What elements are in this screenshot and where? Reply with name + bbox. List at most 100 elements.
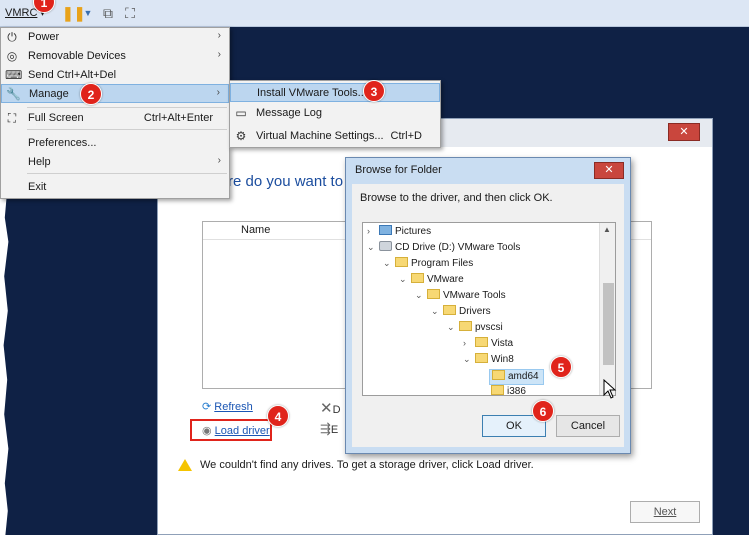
tree-node-label: Pictures [395, 226, 432, 237]
chevron-down-icon[interactable]: ⌄ [367, 242, 377, 253]
tree-node-label: VMware Tools [443, 290, 506, 301]
callout-4: 4 [267, 405, 289, 427]
close-icon[interactable]: ✕ [668, 123, 700, 141]
fullscreen-icon: ⛶ [7, 111, 17, 125]
tree-node-pictures[interactable]: › Pictures [367, 225, 431, 241]
menu-item-label: Preferences... [28, 137, 97, 149]
menu-item-preferences[interactable]: Preferences... [1, 134, 229, 153]
callout-6: 6 [532, 400, 554, 422]
next-label: Next [653, 506, 677, 518]
tree-node-label: Win8 [491, 354, 514, 365]
chevron-down-icon[interactable]: ⌄ [431, 306, 441, 317]
menu-item-label: Send Ctrl+Alt+Del [28, 69, 117, 81]
menu-item-power[interactable]: ⏻ Power › [1, 28, 229, 47]
scroll-thumb[interactable] [603, 283, 614, 365]
removable-icon: ◎ [6, 49, 18, 63]
tree-node-vmware[interactable]: ⌄ VMware [399, 273, 464, 289]
folder-icon [475, 337, 488, 347]
tree-node-vmware-tools[interactable]: ⌄ VMware Tools [415, 289, 506, 305]
folder-icon [427, 289, 440, 299]
tree-node-label: amd64 [508, 371, 539, 382]
menu-item-vm-settings[interactable]: ⚙ Virtual Machine Settings... Ctrl+D [230, 127, 440, 146]
tree-node-drivers[interactable]: ⌄ Drivers [431, 305, 491, 321]
pause-icon[interactable]: ❚❚ [62, 5, 85, 21]
warning-icon [178, 459, 192, 472]
chevron-down-icon[interactable]: ⌄ [463, 354, 473, 365]
tree-node-program-files[interactable]: ⌄ Program Files [383, 257, 473, 273]
disc-icon: ◉ [202, 425, 212, 437]
menu-item-shortcut: Ctrl+Alt+Enter [143, 112, 213, 124]
close-icon[interactable]: ✕ [594, 162, 624, 179]
manage-submenu: Install VMware Tools... ▭ Message Log ⚙ … [229, 80, 441, 148]
menu-item-label: Help [28, 156, 51, 168]
power-icon: ⏻ [7, 30, 17, 44]
setup-heading: re do you want to ir [228, 173, 356, 190]
chevron-down-icon[interactable]: ⌄ [399, 274, 409, 285]
chevron-down-icon[interactable]: ⌄ [383, 258, 393, 269]
tree-node-i386[interactable]: i386 [489, 385, 526, 396]
callout-2: 2 [80, 83, 102, 105]
settings-icon: ⚙ [235, 129, 247, 143]
menu-item-label: Message Log [256, 107, 323, 119]
menu-item-label: Full Screen [28, 112, 84, 124]
menu-item-shortcut: Ctrl+D [390, 130, 422, 142]
keyboard-icon: ⌨ [5, 68, 23, 82]
fullscreen-icon[interactable]: ⛶ [122, 5, 138, 21]
menu-item-exit[interactable]: Exit [1, 178, 229, 197]
delete-icon[interactable]: ✕D [320, 399, 341, 417]
chevron-right-icon: › [217, 30, 221, 41]
folder-tree[interactable]: › Pictures ⌄ CD Drive (D:) VMware Tools ⌄ P… [362, 222, 616, 396]
chevron-right-icon: › [217, 155, 221, 166]
log-icon: ▭ [235, 106, 247, 120]
load-driver-label: Load driver [214, 425, 270, 437]
callout-5: 5 [550, 356, 572, 378]
browse-for-folder-dialog: Browse for Folder ✕ Browse to the driver… [345, 157, 631, 454]
wrench-icon: 🔧 [6, 87, 21, 101]
chevron-down-icon[interactable]: ⌄ [447, 322, 457, 333]
tree-node-cd-drive[interactable]: ⌄ CD Drive (D:) VMware Tools [367, 241, 520, 257]
tree-node-pvscsi[interactable]: ⌄ pvscsi [447, 321, 503, 337]
warning-text: We couldn't find any drives. To get a st… [200, 459, 534, 471]
tree-node-label: Drivers [459, 306, 491, 317]
chevron-right-icon: › [217, 49, 221, 60]
cancel-button[interactable]: Cancel [556, 415, 620, 437]
menu-item-full-screen[interactable]: ⛶ Full Screen Ctrl+Alt+Enter [1, 109, 229, 128]
tree-node-vista[interactable]: › Vista [463, 337, 513, 353]
refresh-icon: ⟳ [202, 401, 212, 413]
vmrc-toolbar: VMRC ▾ ❚❚ ▼ ⧉ ⛶ [0, 0, 749, 27]
chevron-down-icon[interactable]: ⌄ [415, 290, 425, 301]
menu-item-help[interactable]: Help › [1, 153, 229, 172]
menu-item-send-ctrl-alt-del[interactable]: ⌨ Send Ctrl+Alt+Del [1, 66, 229, 85]
menu-item-removable-devices[interactable]: ◎ Removable Devices › [1, 47, 229, 66]
network-icon[interactable]: ⧉ [100, 5, 116, 21]
chevron-right-icon[interactable]: › [367, 226, 377, 236]
tree-node-amd64[interactable]: amd64 [489, 369, 544, 385]
chevron-right-icon[interactable]: › [463, 338, 473, 348]
menu-item-label: Install VMware Tools... [257, 87, 367, 99]
tree-scrollbar[interactable]: ▲ ▼ [599, 223, 615, 395]
callout-3: 3 [363, 80, 385, 102]
chevron-down-icon[interactable]: ▼ [80, 5, 96, 21]
extend-label: E [330, 424, 339, 436]
next-button[interactable]: Next [630, 501, 700, 523]
folder-icon [459, 321, 472, 331]
extend-icon[interactable]: ⇶E [320, 421, 338, 437]
tree-node-win8[interactable]: ⌄ Win8 [463, 353, 514, 369]
pictures-icon [379, 225, 392, 235]
menu-item-install-vmware-tools[interactable]: Install VMware Tools... [230, 83, 440, 102]
menu-item-message-log[interactable]: ▭ Message Log [230, 104, 440, 123]
mouse-cursor-icon [603, 379, 617, 399]
tree-node-label: pvscsi [475, 322, 503, 333]
load-driver-link[interactable]: ◉ Load driver [202, 424, 270, 437]
folder-icon [491, 385, 504, 395]
scroll-up-icon[interactable]: ▲ [603, 225, 611, 234]
tree-node-label: Vista [491, 338, 514, 349]
menu-item-label: Removable Devices [28, 50, 126, 62]
tree-node-label: i386 [507, 386, 526, 396]
menu-separator [27, 107, 227, 108]
menu-item-manage[interactable]: 🔧 Manage › [1, 84, 229, 103]
menu-separator [27, 173, 227, 174]
browse-body: Browse to the driver, and then click OK.… [352, 184, 624, 447]
refresh-link[interactable]: ⟳ Refresh [202, 400, 253, 413]
folder-icon [492, 370, 505, 380]
